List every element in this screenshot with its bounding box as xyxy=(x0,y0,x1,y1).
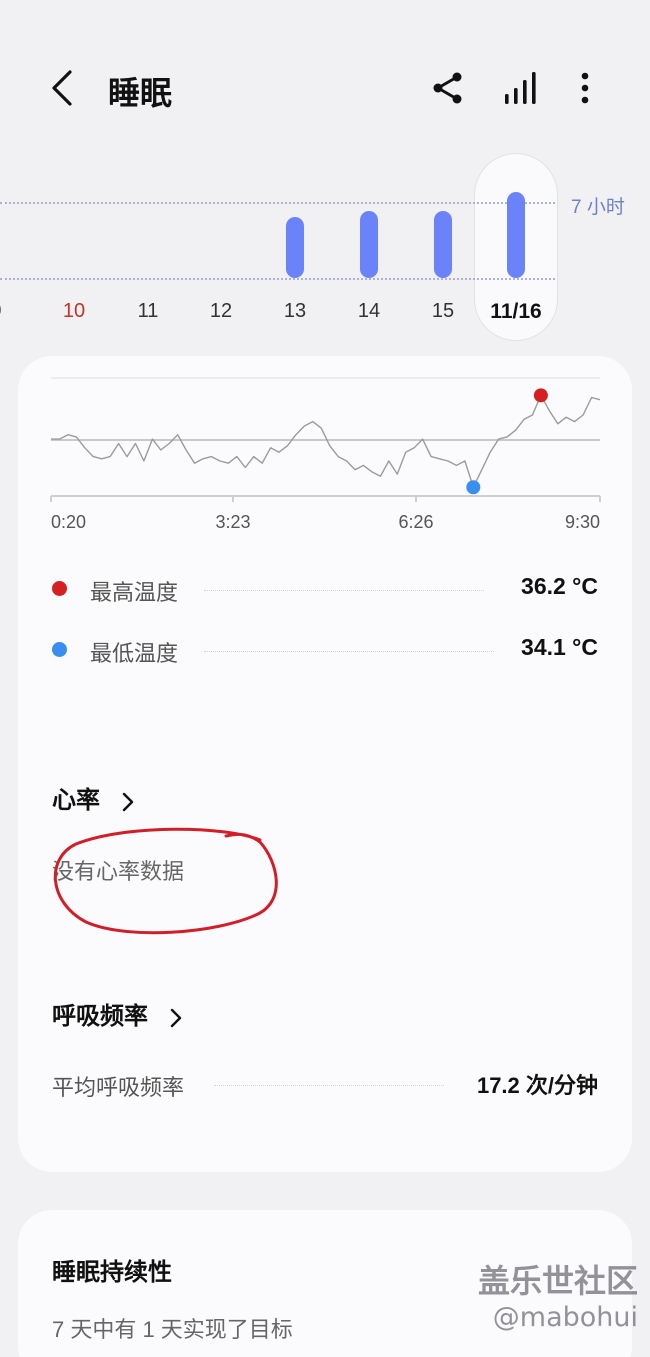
watermark-title: 盖乐世社区 xyxy=(477,1262,638,1300)
sleep-bar[interactable] xyxy=(507,192,525,278)
sleep-consistency-title: 睡眠持续性 xyxy=(52,1259,172,1286)
target-line xyxy=(0,202,555,204)
respiration-section-link[interactable]: 呼吸频率 xyxy=(52,996,183,1031)
max-temperature-row: 最高温度 36.2 °C xyxy=(52,573,602,605)
day-label[interactable]: 12 xyxy=(191,300,251,323)
sleep-details-card: 0:20 3:23 6:26 9:30 最高温度 36.2 °C 最低温度 34.1 … xyxy=(18,356,632,1172)
day-label[interactable]: 10 xyxy=(44,300,104,323)
watermark-handle: @mabohui xyxy=(492,1302,638,1333)
target-hours-label: 7 小时 xyxy=(571,197,625,218)
heart-rate-section-link[interactable]: 心率 xyxy=(52,780,135,815)
sleep-bar[interactable] xyxy=(286,217,304,278)
stats-icon[interactable] xyxy=(500,70,540,106)
max-temperature-value: 36.2 °C xyxy=(521,573,598,599)
heart-rate-title: 心率 xyxy=(52,787,100,814)
more-vertical-icon[interactable] xyxy=(570,70,600,106)
chevron-right-icon xyxy=(122,792,133,811)
sleep-bar[interactable] xyxy=(434,210,452,278)
sleep-bar[interactable] xyxy=(360,210,378,278)
min-temperature-dot xyxy=(52,642,67,657)
weekly-sleep-strip: 7 小时 9 10 11 12 13 14 15 11/16 xyxy=(0,150,650,350)
baseline-line xyxy=(0,278,555,280)
red-circle-annotation xyxy=(53,827,278,935)
max-temperature-label: 最高温度 xyxy=(90,580,179,605)
x-tick-label: 3:23 xyxy=(215,512,250,532)
leader-line xyxy=(204,590,484,591)
avg-respiration-value: 17.2 次/分钟 xyxy=(476,1073,598,1098)
day-label[interactable]: 15 xyxy=(413,300,473,323)
day-label[interactable]: 13 xyxy=(265,300,325,323)
x-tick-label: 6:26 xyxy=(398,512,433,532)
x-tick-label: 9:30 xyxy=(565,512,600,532)
temperature-line xyxy=(51,394,601,488)
leader-line xyxy=(204,651,494,652)
top-app-bar: 睡眠 xyxy=(0,0,650,150)
share-icon[interactable] xyxy=(430,70,466,106)
day-label[interactable]: 11 xyxy=(118,300,178,323)
max-temperature-dot xyxy=(52,581,67,596)
max-temperature-point xyxy=(533,388,548,403)
min-temperature-label: 最低温度 xyxy=(90,641,179,666)
x-tick-label: 0:20 xyxy=(51,512,86,532)
sleep-consistency-subtitle: 7 天中有 1 天实现了目标 xyxy=(52,1317,293,1342)
avg-respiration-label: 平均呼吸频率 xyxy=(52,1075,185,1100)
day-label[interactable]: 14 xyxy=(339,300,399,323)
avg-respiration-row: 平均呼吸频率 17.2 次/分钟 xyxy=(52,1068,602,1100)
skin-temperature-chart: 0:20 3:23 6:26 9:30 xyxy=(50,377,601,532)
leader-line xyxy=(214,1085,444,1086)
min-temperature-value: 34.1 °C xyxy=(521,634,598,660)
chevron-right-icon xyxy=(170,1008,181,1027)
page-title: 睡眠 xyxy=(108,75,173,111)
day-label[interactable]: 11/16 xyxy=(486,300,546,324)
min-temperature-point xyxy=(466,480,481,495)
back-arrow-icon[interactable] xyxy=(46,68,82,108)
respiration-title: 呼吸频率 xyxy=(52,1003,148,1030)
min-temperature-row: 最低温度 34.1 °C xyxy=(52,634,602,666)
day-label[interactable]: 9 xyxy=(0,300,26,323)
